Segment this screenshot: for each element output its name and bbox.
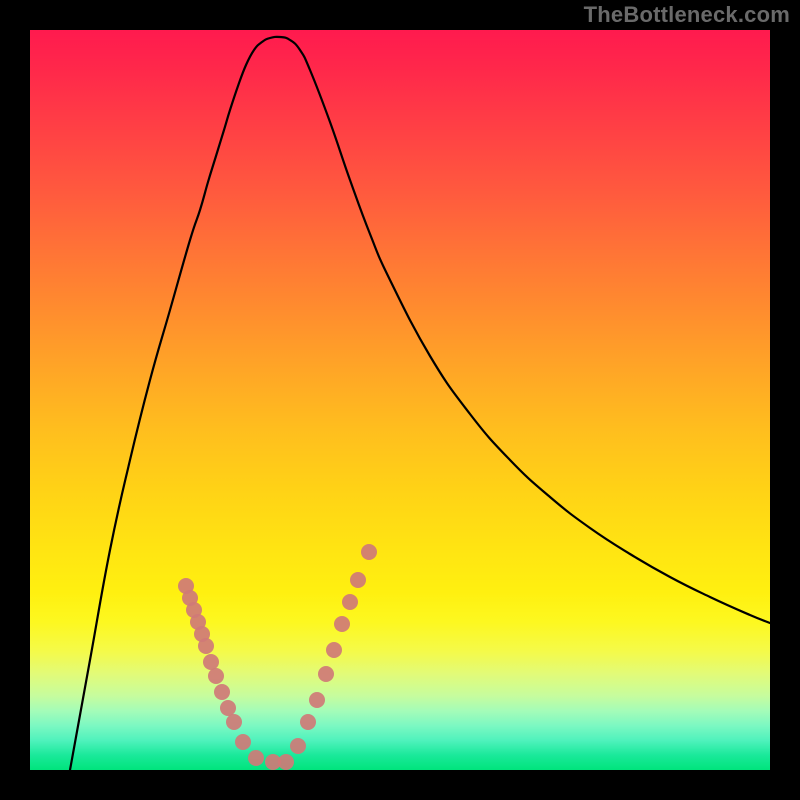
bottleneck-curve xyxy=(70,37,770,770)
watermark-text: TheBottleneck.com xyxy=(584,2,790,28)
curve-layer xyxy=(30,30,770,770)
chart-frame: TheBottleneck.com xyxy=(0,0,800,800)
plot-area xyxy=(30,30,770,770)
cluster-dots xyxy=(178,544,377,770)
